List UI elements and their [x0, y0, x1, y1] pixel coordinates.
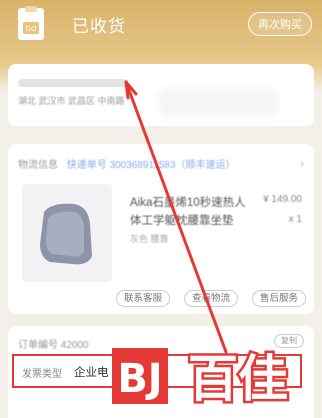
logistics-label: 物流信息 [18, 160, 58, 171]
order-actions: 联系客服 查看物流 售后服务 [8, 290, 314, 308]
product-price: ¥ 149.00 [263, 194, 302, 205]
svg-text:百佳: 百佳 [188, 350, 288, 408]
address-card[interactable]: 湖北 武汉市 武昌区 中南路 [8, 64, 314, 126]
recipient-name-blurred [18, 76, 138, 88]
view-logistics-button[interactable]: 查看物流 [184, 290, 239, 307]
invoice-type-value[interactable]: 企业电 [74, 364, 109, 380]
chevron-right-icon[interactable]: › [300, 156, 304, 170]
receipt-bag-icon: GO [14, 6, 48, 42]
rebuy-button[interactable]: 再次购买 [248, 12, 312, 36]
product-name[interactable]: Aika石墨烯10秒速热人体工学躯枕腰靠坐垫 [130, 194, 248, 230]
after-sales-button[interactable]: 售后服务 [252, 290, 307, 307]
address-redaction [158, 88, 278, 116]
tracking-number: 快递单号 300368911583（顺丰速运） [66, 160, 236, 171]
order-status-title: 已收货 [72, 17, 126, 36]
svg-text:BJ: BJ [117, 356, 162, 402]
invoice-type-label: 发票类型 [22, 369, 62, 380]
address-detail: 湖北 武汉市 武昌区 中南路 [18, 96, 125, 106]
order-number: 订单编号 42000 [18, 340, 89, 351]
logistics-info[interactable]: 物流信息 快递单号 300368911583（顺丰速运） [18, 156, 236, 171]
contact-service-button[interactable]: 联系客服 [116, 290, 171, 307]
brand-watermark: BJ 百佳 [110, 340, 300, 411]
order-items-card: 物流信息 快递单号 300368911583（顺丰速运） › Aika石墨烯10… [8, 144, 314, 314]
product-spec: 灰色 腰靠 [130, 234, 169, 244]
product-quantity: x 1 [288, 214, 302, 225]
product-image[interactable] [22, 184, 112, 282]
svg-text:GO: GO [26, 25, 37, 33]
